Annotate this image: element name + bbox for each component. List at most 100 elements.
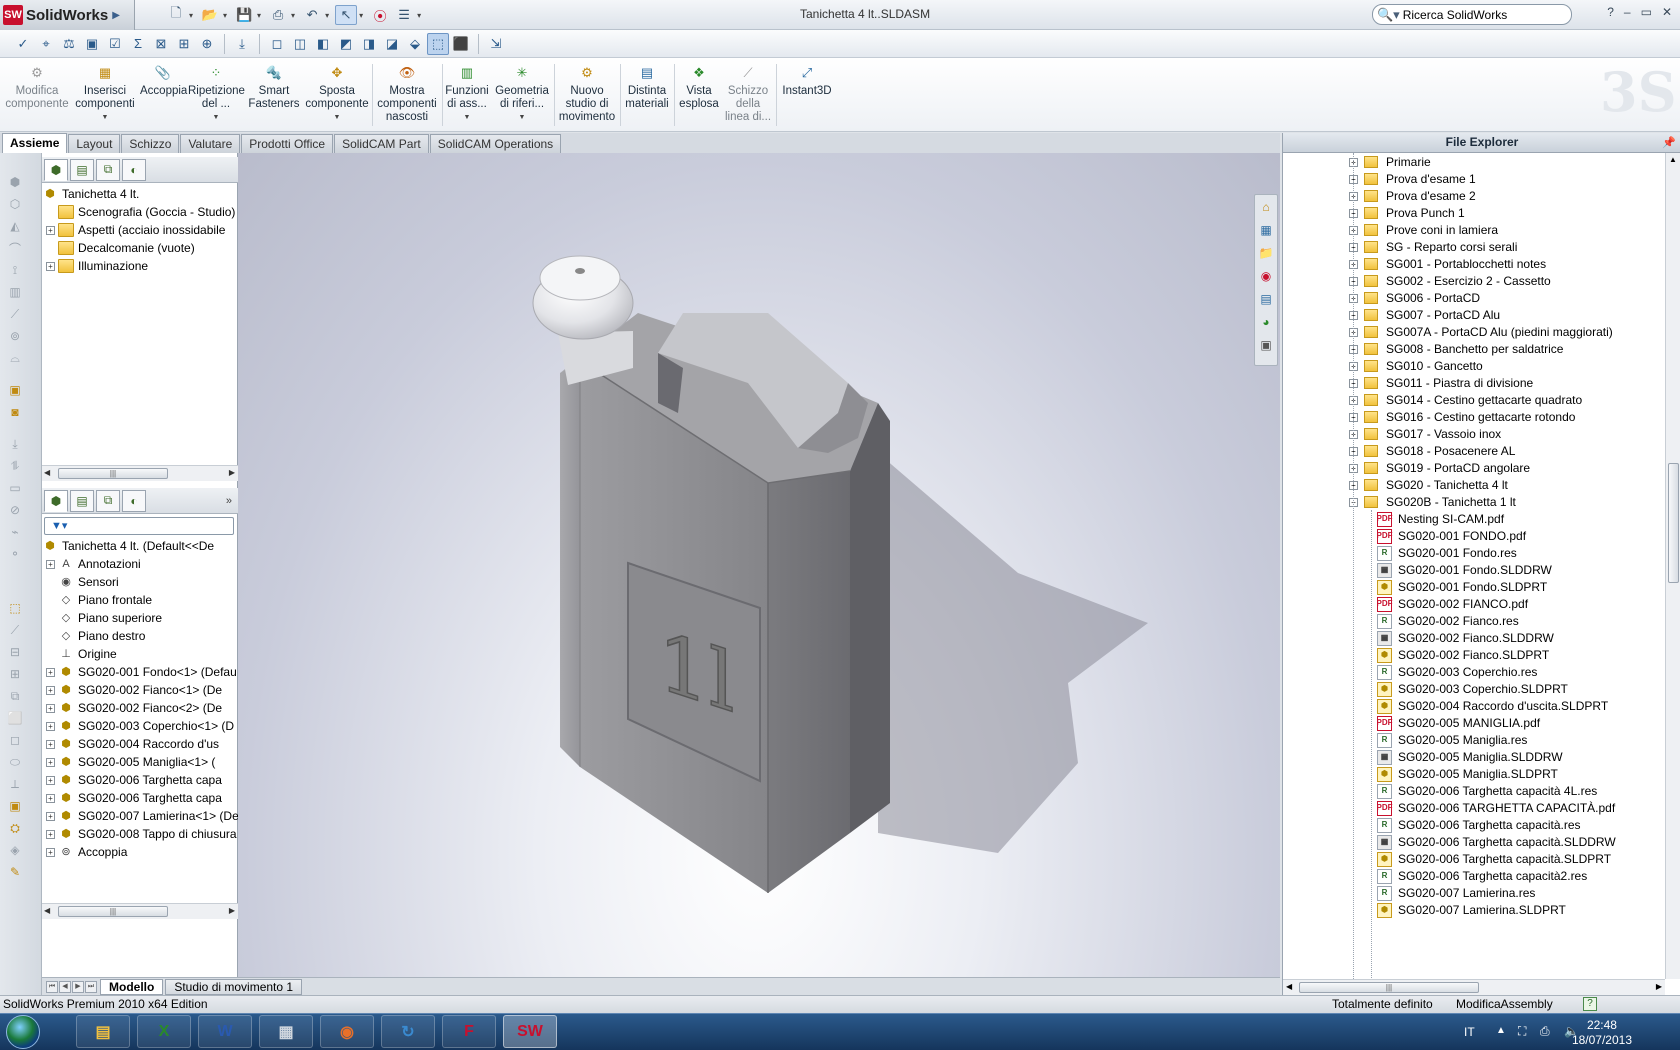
tree-item[interactable]: + ⊚ Accoppia [42,843,238,861]
print-icon[interactable]: ⎙ [267,5,289,25]
design-library-icon[interactable]: ▦ [1256,220,1276,240]
shaded-icon[interactable]: ◨ [358,33,380,55]
open-dropdown-icon[interactable]: ▾ [223,11,227,20]
sum-icon[interactable]: Σ [127,33,149,55]
wireframe-icon[interactable]: ◻ [266,33,288,55]
tree-item[interactable]: + ⬢ SG020-005 Maniglia<1> ( [42,753,238,771]
assembly-features-dropdown-icon[interactable]: ▼ [444,111,490,124]
shadows-icon[interactable]: ⬙ [404,33,426,55]
file-item[interactable]: R SG020-007 Lamierina.res [1377,884,1535,902]
file-item[interactable]: PDF SG020-002 FIANCO.pdf [1377,595,1528,613]
file-item[interactable]: R SG020-006 Targhetta capacità2.res [1377,867,1587,885]
pattern-button[interactable]: ⁘ Ripetizione del ... ▼ [188,62,245,124]
tree-item[interactable]: + ⬢ SG020-002 Fianco<1> (De [42,681,238,699]
tool-icon[interactable]: ⌓ [6,349,24,367]
tool-icon[interactable]: ▣ [6,797,24,815]
file-item[interactable]: ⬢ SG020-004 Raccordo d'uscita.SLDPRT [1377,697,1608,715]
file-item[interactable]: ▦ SG020-005 Maniglia.SLDDRW [1377,748,1563,766]
smart-fasteners-button[interactable]: 🔩 Smart Fasteners [246,62,302,111]
configuration-manager-tab-icon[interactable]: ⧉ [96,158,120,181]
tree-item[interactable]: + ⬢ SG020-002 Fianco<2> (De [42,699,238,717]
select-cursor-icon[interactable]: ↖ [335,5,358,25]
folder-item[interactable]: + SG016 - Cestino gettacarte rotondo [1349,408,1575,426]
file-item[interactable]: R SG020-006 Targhetta capacità 4L.res [1377,782,1597,800]
graphics-viewport[interactable]: 1l [238,153,1280,977]
tool-icon[interactable]: ◈ [6,841,24,859]
file-item[interactable]: ⬢ SG020-001 Fondo.SLDPRT [1377,578,1547,596]
network-icon[interactable]: ⛶ [1518,1024,1526,1039]
realview-icon[interactable]: ⬚ [427,32,449,55]
tab-valutare[interactable]: Valutare [180,134,241,153]
options-icon[interactable]: ☰ [393,5,415,25]
file-item[interactable]: R SG020-001 Fondo.res [1377,544,1517,562]
tool-icon[interactable]: ⛭ [6,819,24,837]
check-icon[interactable]: ☑ [104,33,126,55]
edit-component-button[interactable]: ⚙ Modifica componente [4,62,70,111]
folder-item[interactable]: + Prova d'esame 2 [1349,187,1476,205]
tool-icon[interactable]: ⟟ [6,261,24,279]
folder-item[interactable]: + SG008 - Banchetto per saldatrice [1349,340,1563,358]
filter-input[interactable]: ▼▾ [44,517,234,535]
move-component-button[interactable]: ✥ Sposta componente ▼ [304,62,370,124]
exploded-view-button[interactable]: ❖ Vista esplosa [676,62,722,111]
file-item[interactable]: ▦ SG020-001 Fondo.SLDDRW [1377,561,1552,579]
tab-modello[interactable]: Modello [100,978,164,995]
search-input[interactable]: Ricerca SolidWorks [1403,8,1507,22]
tool-icon[interactable]: ⟂ [6,775,24,793]
tool-icon[interactable]: ⧉ [6,687,24,705]
interference-icon[interactable]: ⊠ [150,33,172,55]
folder-item[interactable]: + SG010 - Gancetto [1349,357,1483,375]
expand-icon[interactable]: + [46,739,55,749]
restore-button[interactable]: ▭ [1641,5,1652,19]
insert-components-button[interactable]: ▦ Inserisci componenti ▼ [72,62,138,124]
file-item[interactable]: R SG020-005 Maniglia.res [1377,731,1527,749]
tool-icon[interactable]: ⚬ [6,545,24,563]
tool-icon[interactable]: ▭ [6,479,24,497]
last-tab-icon[interactable]: ⏭ [85,980,97,993]
horizontal-scrollbar[interactable]: ◀ ||| ▶ [42,465,238,481]
help-button[interactable]: ? [1607,5,1614,19]
list-item[interactable]: Scenografia (Goccia - Studio) [42,203,238,221]
tool-icon[interactable]: ◻ [6,731,24,749]
file-item[interactable]: R SG020-006 Targhetta capacità.res [1377,816,1581,834]
reference-geometry-dropdown-icon[interactable]: ▼ [492,111,552,124]
minimize-button[interactable]: – [1624,5,1631,19]
file-item[interactable]: PDF SG020-005 MANIGLIA.pdf [1377,714,1540,732]
list-item[interactable]: + Aspetti (acciaio inossidabile [42,221,238,239]
configuration-manager-tab-icon[interactable]: ⧉ [96,489,120,512]
save-dropdown-icon[interactable]: ▾ [257,11,261,20]
expand-panel-icon[interactable]: » [226,495,232,507]
options-dropdown-icon[interactable]: ▾ [417,11,421,20]
help-icon[interactable]: ? [1583,997,1597,1011]
property-manager-tab-icon[interactable]: ▤ [70,158,94,181]
folder-item[interactable]: + SG019 - PortaCD angolare [1349,459,1530,477]
view-palette-icon[interactable]: ▤ [1256,289,1276,309]
folder-item[interactable]: − SG020B - Tanichetta 1 lt [1349,493,1516,511]
tree-item[interactable]: + ⬢ SG020-006 Targhetta capa [42,789,238,807]
bom-button[interactable]: ▤ Distinta materiali [622,62,672,111]
tab-motion-study[interactable]: Studio di movimento 1 [165,978,303,995]
file-item[interactable]: PDF Nesting SI-CAM.pdf [1377,510,1504,528]
insert-components-dropdown-icon[interactable]: ▼ [72,111,138,124]
display-manager-tab-icon[interactable]: ◐ [122,158,146,181]
tab-assieme[interactable]: Assieme [2,133,68,153]
expand-icon[interactable]: + [46,775,55,785]
mate-button[interactable]: 📎 Accoppia [140,62,187,98]
tool-icon[interactable]: ◭ [6,217,24,235]
instant3d-button[interactable]: ⤢ Instant3D [780,62,834,98]
tool-icon[interactable]: ✎ [6,863,24,881]
expand-icon[interactable]: + [46,847,55,857]
section-properties-icon[interactable]: ▣ [81,33,103,55]
tool-icon[interactable]: ▣ [6,381,24,399]
file-item[interactable]: ⬢ SG020-005 Maniglia.SLDPRT [1377,765,1558,783]
open-folder-icon[interactable]: 📂 [199,5,221,25]
select-dropdown-icon[interactable]: ▾ [359,11,363,20]
tree-item[interactable]: + A Annotazioni [42,555,238,573]
tab-solidcam-part[interactable]: SolidCAM Part [334,134,429,153]
file-item[interactable]: R SG020-002 Fianco.res [1377,612,1519,630]
tool-icon[interactable]: ⟋ [6,621,24,639]
folder-item[interactable]: + SG017 - Vassoio inox [1349,425,1501,443]
flash-icon[interactable]: F [442,1015,496,1048]
undo-dropdown-icon[interactable]: ▾ [325,11,329,20]
tree-item[interactable]: + ⬢ SG020-003 Coperchio<1> (D [42,717,238,735]
